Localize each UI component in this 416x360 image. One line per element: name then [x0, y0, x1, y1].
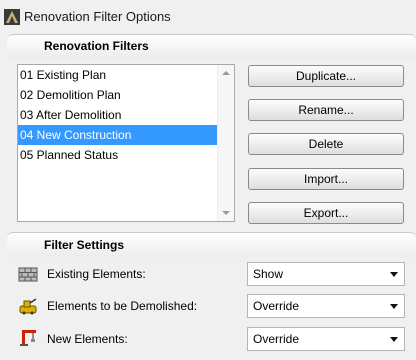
- window-title: Renovation Filter Options: [24, 9, 171, 24]
- new-elements-label: New Elements:: [47, 332, 128, 346]
- delete-button[interactable]: Delete: [248, 133, 404, 155]
- new-elements-icon: [20, 330, 36, 346]
- section-title: Filter Settings: [44, 238, 125, 252]
- existing-elements-select[interactable]: Show: [247, 262, 405, 286]
- title-bar: Renovation Filter Options: [0, 0, 416, 34]
- existing-elements-icon: [18, 267, 38, 282]
- chevron-down-icon: [390, 337, 398, 342]
- rename-button[interactable]: Rename...: [248, 99, 404, 121]
- chevron-down-icon: [390, 272, 398, 277]
- chevron-down-icon: [390, 304, 398, 309]
- list-item[interactable]: 01 Existing Plan: [18, 65, 218, 85]
- list-item[interactable]: 02 Demolition Plan: [18, 85, 218, 105]
- demolished-elements-icon: [19, 298, 37, 315]
- existing-elements-label: Existing Elements:: [47, 267, 146, 281]
- select-value: Override: [253, 299, 300, 313]
- demolished-elements-label: Elements to be Demolished:: [47, 299, 198, 313]
- list-item-selected[interactable]: 04 New Construction: [18, 125, 218, 145]
- list-item[interactable]: 03 After Demolition: [18, 105, 218, 125]
- list-item[interactable]: 05 Planned Status: [18, 145, 218, 165]
- app-logo-icon: [4, 9, 20, 25]
- section-title: Renovation Filters: [44, 39, 149, 53]
- filter-settings-header: Filter Settings: [7, 232, 416, 257]
- import-button[interactable]: Import...: [248, 168, 404, 190]
- select-value: Show: [253, 267, 284, 281]
- select-value: Override: [253, 332, 300, 346]
- duplicate-button[interactable]: Duplicate...: [248, 65, 404, 87]
- export-button[interactable]: Export...: [248, 202, 404, 224]
- scroll-down-arrow-icon[interactable]: [222, 211, 230, 215]
- scroll-up-arrow-icon[interactable]: [222, 71, 230, 75]
- list-scrollbar[interactable]: [217, 65, 234, 221]
- renovation-filters-header: Renovation Filters: [7, 34, 416, 59]
- filter-list[interactable]: 01 Existing Plan 02 Demolition Plan 03 A…: [17, 64, 235, 222]
- new-elements-select[interactable]: Override: [247, 327, 405, 351]
- demolished-elements-select[interactable]: Override: [247, 294, 405, 318]
